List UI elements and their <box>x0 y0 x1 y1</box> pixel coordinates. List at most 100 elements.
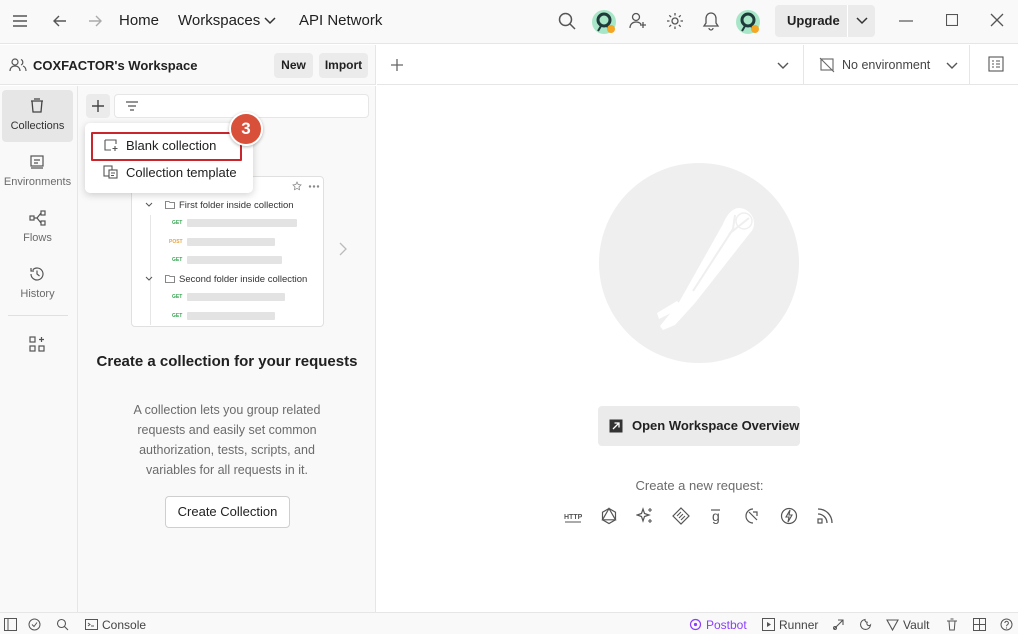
invite-user-icon[interactable] <box>629 12 647 30</box>
forward-arrow-icon[interactable] <box>87 13 103 29</box>
workspaces-menu[interactable]: Workspaces <box>178 12 260 29</box>
tree-line <box>150 215 151 325</box>
sidebar-item-environments[interactable]: Environments <box>2 146 73 198</box>
add-collection-button[interactable] <box>86 94 110 118</box>
status-bar: Console Postbot Runner Vault <box>0 612 1018 634</box>
upgrade-button[interactable]: Upgrade <box>775 5 875 37</box>
chevron-right-icon[interactable] <box>339 242 347 256</box>
create-request-label: Create a new request: <box>635 478 764 493</box>
request-placeholder <box>187 256 282 264</box>
folder2-label: Second folder inside collection <box>179 274 308 285</box>
step-badge: 3 <box>229 112 263 146</box>
runner-button[interactable]: Runner <box>779 618 818 632</box>
gear-icon[interactable] <box>666 12 684 30</box>
trash-icon[interactable] <box>946 618 958 631</box>
ai-icon[interactable] <box>636 507 654 525</box>
mqtt-icon[interactable] <box>780 507 798 525</box>
configure-sidebar-icon[interactable] <box>29 336 45 352</box>
hamburger-menu-icon[interactable] <box>12 14 28 28</box>
star-icon <box>292 181 302 191</box>
sidebar-item-history[interactable]: History <box>2 258 73 310</box>
two-pane-view-icon[interactable] <box>973 618 986 631</box>
import-button[interactable]: Import <box>319 53 368 78</box>
online-status-icon[interactable] <box>28 618 41 631</box>
tabs-chevron-down-icon[interactable] <box>777 62 789 70</box>
graphql-icon[interactable] <box>600 507 618 525</box>
request-placeholder <box>187 219 297 227</box>
placeholder-title: Create a collection for your requests <box>96 353 358 370</box>
workspace-name[interactable]: COXFACTOR's Workspace <box>33 58 197 73</box>
collections-icon <box>29 98 45 114</box>
folder-chevron-icon <box>145 202 153 208</box>
team-avatar-icon[interactable] <box>591 9 617 35</box>
rss-icon[interactable] <box>816 507 834 525</box>
workspace-header: COXFACTOR's Workspace New Import <box>0 45 376 85</box>
method-post: POST <box>169 239 183 245</box>
upgrade-chevron-icon[interactable] <box>856 17 868 25</box>
env-divider <box>969 45 970 85</box>
menu-item-label: Collection template <box>126 165 237 180</box>
step-highlight-box <box>91 132 242 161</box>
folder1-label: First folder inside collection <box>179 200 294 211</box>
new-button[interactable]: New <box>274 53 313 78</box>
upgrade-divider <box>847 5 848 37</box>
postbot-button[interactable]: Postbot <box>706 618 747 632</box>
plus-icon <box>91 99 105 113</box>
environment-selector[interactable]: No environment <box>804 45 969 85</box>
sidebar-item-label: Environments <box>3 176 72 188</box>
no-environment-icon <box>819 57 835 73</box>
filter-icon[interactable] <box>125 100 139 112</box>
environment-label: No environment <box>842 58 931 72</box>
search-icon[interactable] <box>558 12 576 30</box>
vault-icon <box>886 618 899 631</box>
sidebar-item-label: Collections <box>10 120 65 132</box>
chevron-down-icon[interactable] <box>264 17 276 25</box>
method-get: GET <box>172 313 183 319</box>
menu-item-collection-template[interactable]: Collection template <box>91 158 247 186</box>
create-collection-button[interactable]: Create Collection <box>165 496 290 528</box>
request-placeholder <box>187 238 275 246</box>
folder-icon <box>165 200 175 209</box>
placeholder-description: A collection lets you group related requ… <box>133 403 321 477</box>
environments-icon <box>29 154 45 170</box>
history-icon <box>29 266 45 282</box>
request-placeholder <box>187 312 275 320</box>
method-get: GET <box>172 220 183 226</box>
folder-chevron-icon <box>145 276 153 282</box>
capture-requests-icon[interactable] <box>832 618 845 631</box>
grpc-icon[interactable] <box>672 507 690 525</box>
http-icon[interactable]: HTTP <box>564 507 582 525</box>
console-icon <box>85 618 98 631</box>
console-button[interactable]: Console <box>102 618 146 632</box>
toggle-sidebar-icon[interactable] <box>4 618 17 631</box>
method-get: GET <box>172 294 183 300</box>
api-network-link[interactable]: API Network <box>299 12 382 29</box>
sidebar-item-collections[interactable]: Collections <box>2 90 73 142</box>
bell-icon[interactable] <box>702 11 720 31</box>
collection-template-icon <box>103 165 119 179</box>
vault-button[interactable]: Vault <box>903 618 929 632</box>
maximize-icon[interactable] <box>946 14 958 26</box>
folder-icon <box>165 274 175 283</box>
collection-illustration: First folder inside collection GET POST … <box>131 176 324 327</box>
help-icon[interactable] <box>1000 618 1013 631</box>
find-replace-icon[interactable] <box>56 618 69 631</box>
open-workspace-overview-label: Open Workspace Overview <box>632 418 800 433</box>
close-icon[interactable] <box>990 13 1004 27</box>
back-arrow-icon[interactable] <box>52 13 68 29</box>
tabs-bar: No environment <box>377 45 1018 85</box>
environment-quick-look-icon[interactable] <box>988 56 1004 72</box>
open-workspace-overview-button[interactable]: Open Workspace Overview <box>598 406 800 446</box>
more-icon <box>308 185 320 188</box>
sidebar-item-flows[interactable]: Flows <box>2 202 73 254</box>
websocket-icon[interactable] <box>744 507 762 525</box>
runner-icon <box>762 618 775 631</box>
postman-logo-icon <box>599 163 799 363</box>
minimize-icon[interactable] <box>899 20 913 22</box>
home-link[interactable]: Home <box>119 12 159 29</box>
new-tab-plus-icon[interactable] <box>390 58 404 72</box>
title-bar: Home Workspaces API Network Upgrade <box>0 0 1018 44</box>
cookies-icon[interactable] <box>859 618 872 631</box>
socketio-icon[interactable]: g <box>708 507 726 525</box>
user-avatar-icon[interactable] <box>735 9 761 35</box>
